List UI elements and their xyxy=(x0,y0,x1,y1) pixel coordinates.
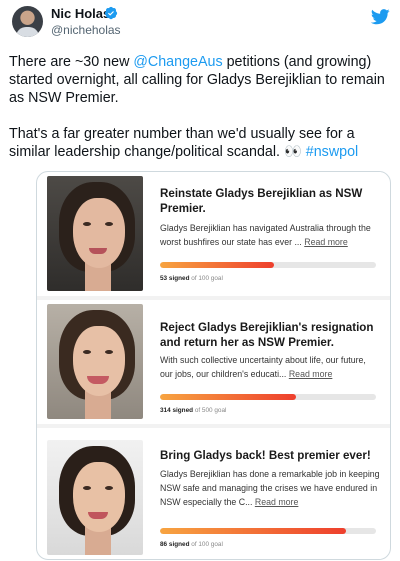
verified-icon xyxy=(104,6,118,20)
tweet-text: There are ~30 new @ChangeAus petitions (… xyxy=(9,53,394,179)
petition-title[interactable]: Reject Gladys Berejiklian's resignation … xyxy=(160,320,380,350)
petition-info: Reject Gladys Berejiklian's resignation … xyxy=(151,300,381,424)
petition-title[interactable]: Reinstate Gladys Berejiklian as NSW Prem… xyxy=(160,186,380,216)
tweet-header: Nic Holas @nicheholas xyxy=(0,0,400,44)
tweet-paragraph-2: That's a far greater number than we'd us… xyxy=(9,126,359,160)
petition-card[interactable]: Reinstate Gladys Berejiklian as NSW Prem… xyxy=(37,172,390,296)
twitter-icon[interactable] xyxy=(371,9,390,25)
petition-photo xyxy=(47,176,143,291)
author-handle[interactable]: @nicheholas xyxy=(51,23,121,37)
progress-bar xyxy=(160,394,376,400)
progress-fill xyxy=(160,528,346,534)
attached-image[interactable]: Reinstate Gladys Berejiklian as NSW Prem… xyxy=(36,171,391,560)
petition-title[interactable]: Bring Gladys back! Best premier ever! xyxy=(160,448,380,463)
progress-fill xyxy=(160,394,297,400)
avatar[interactable] xyxy=(12,6,43,37)
read-more-link[interactable]: Read more xyxy=(289,369,333,379)
progress-bar xyxy=(160,528,376,534)
author-name[interactable]: Nic Holas xyxy=(51,6,110,21)
petition-description: Gladys Berejiklian has done a remarkable… xyxy=(160,469,380,507)
eyes-emoji: 👀 xyxy=(283,144,302,160)
signature-count: 53 signed of 100 goal xyxy=(160,275,223,282)
petition-card[interactable]: Reject Gladys Berejiklian's resignation … xyxy=(37,300,390,424)
read-more-link[interactable]: Read more xyxy=(255,497,299,507)
card-divider xyxy=(37,424,390,428)
petition-description: Gladys Berejiklian has navigated Austral… xyxy=(160,223,371,247)
progress-fill xyxy=(160,262,275,268)
petition-photo xyxy=(47,304,143,419)
petition-photo xyxy=(47,440,143,555)
signature-count: 314 signed of 500 goal xyxy=(160,407,227,414)
petition-info: Reinstate Gladys Berejiklian as NSW Prem… xyxy=(151,172,381,296)
tweet-paragraph-1: There are ~30 new @ChangeAus petitions (… xyxy=(9,54,385,106)
petition-info: Bring Gladys back! Best premier ever! Gl… xyxy=(151,436,381,559)
progress-bar xyxy=(160,262,376,268)
mention-link[interactable]: @ChangeAus xyxy=(133,54,222,70)
petition-card[interactable]: Bring Gladys back! Best premier ever! Gl… xyxy=(37,436,390,559)
petition-description: With such collective uncertainty about l… xyxy=(160,355,366,379)
hashtag-link[interactable]: #nswpol xyxy=(306,144,358,160)
read-more-link[interactable]: Read more xyxy=(304,237,348,247)
signature-count: 86 signed of 100 goal xyxy=(160,541,223,548)
